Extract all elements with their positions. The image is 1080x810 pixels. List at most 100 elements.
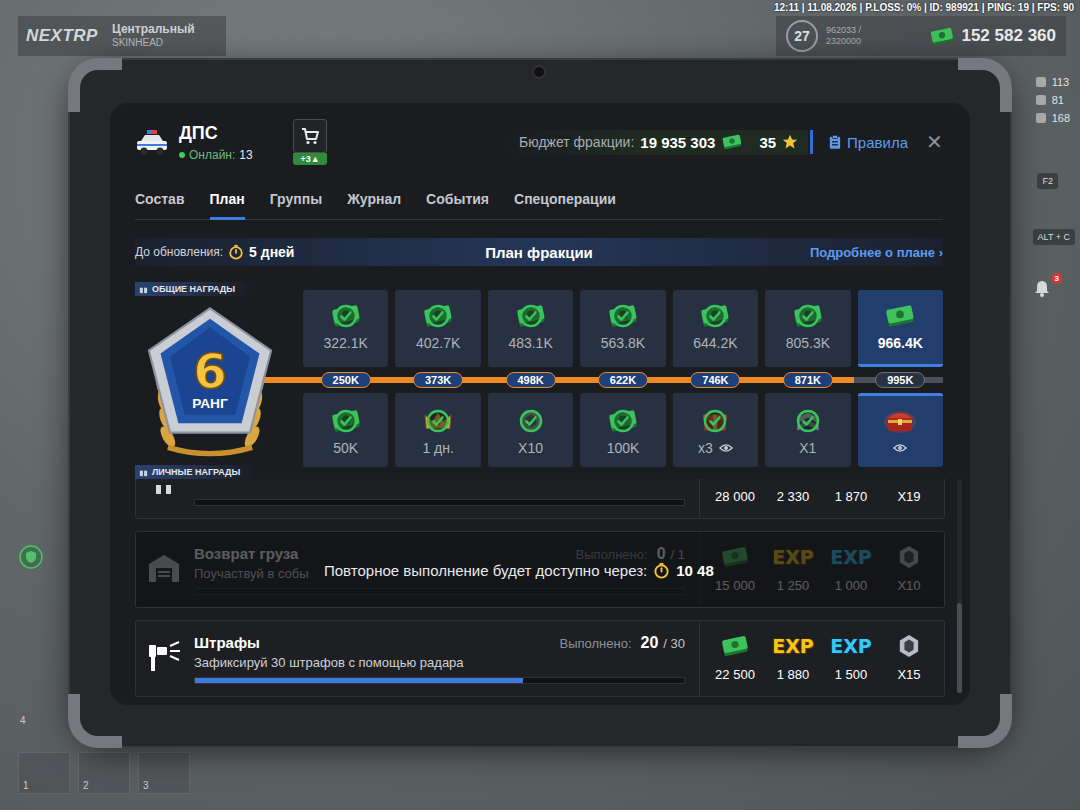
personal-reward[interactable]: 100K xyxy=(580,393,665,467)
common-reward[interactable]: 966.4K xyxy=(858,290,943,367)
task-reward: X19 xyxy=(880,479,938,504)
tab[interactable]: Спецоперации xyxy=(514,185,616,220)
gift-icon xyxy=(139,285,148,294)
hotbar-slot[interactable]: 1 xyxy=(18,752,70,794)
svg-text:6: 6 xyxy=(193,343,227,399)
tier-threshold: 746K xyxy=(690,372,740,388)
rewards-track: ОБЩИЕ НАГРАДЫ 6РАНГ ЛИЧНЫЕ НАГРАДЫ 322.1… xyxy=(135,282,943,479)
hotbar-slot[interactable]: 4 xyxy=(20,715,26,726)
check-icon xyxy=(334,304,358,328)
radar-gun-icon xyxy=(146,639,182,675)
stat-icon xyxy=(1036,95,1046,105)
stat-icon xyxy=(1036,113,1046,123)
vital-stat: 81 xyxy=(1036,94,1070,106)
reward-tier: 644.2K 746K x3 xyxy=(673,290,758,479)
task-reward: X10 xyxy=(880,544,938,593)
shield-icon xyxy=(19,545,43,569)
common-reward[interactable]: 805.3K xyxy=(765,290,850,367)
personal-reward[interactable] xyxy=(858,393,943,467)
task-reward: X15 xyxy=(880,633,938,682)
online-count: Онлайн: 13 xyxy=(179,148,279,162)
tab[interactable]: Журнал xyxy=(347,185,401,220)
task-reward: 1 870 xyxy=(822,479,880,504)
task-description: Зафиксируй 30 штрафов с помощью радара xyxy=(194,655,685,670)
plan-header: До обновления: 5 дней План фракции Подро… xyxy=(135,238,943,266)
money-counter: 152 582 360 xyxy=(961,26,1056,46)
task-reward: EXP 1 880 xyxy=(764,633,822,682)
personal-rewards-label: ЛИЧНЫЕ НАГРАДЫ xyxy=(135,465,256,479)
close-button[interactable]: ✕ xyxy=(926,132,943,152)
key-hint: ALT + C xyxy=(1033,229,1075,245)
common-reward[interactable]: 563.8K xyxy=(580,290,665,367)
common-reward[interactable]: 402.7K xyxy=(395,290,480,367)
hotbar-slot[interactable]: 2 xyxy=(78,752,130,794)
personal-reward[interactable]: 50K xyxy=(303,393,388,467)
status-line: 12:11 | 11.08.2026 | P.LOSS: 0% | ID: 98… xyxy=(774,2,1074,13)
personal-reward[interactable]: x3 xyxy=(673,393,758,467)
personal-reward[interactable]: 1 дн. xyxy=(395,393,480,467)
server-badge: NEXTRP Центральный SKINHEAD xyxy=(18,16,226,56)
exp-icon: EXP xyxy=(830,546,872,568)
xp-counter: 962033 / 2320000 xyxy=(826,25,878,47)
task-reward: 15 000 xyxy=(706,544,764,593)
vital-stat: 113 xyxy=(1036,76,1070,88)
tier-threshold: 498K xyxy=(506,372,556,388)
tab[interactable]: Группы xyxy=(270,185,322,220)
hotbar-slot[interactable]: 3 xyxy=(138,752,190,794)
frame-corner xyxy=(68,58,122,112)
bell-icon xyxy=(1032,278,1052,298)
task-progress-count: Выполнено: 20 / 30 xyxy=(560,634,686,652)
shop-button[interactable]: +3▲ xyxy=(293,119,327,153)
tab[interactable]: План xyxy=(210,185,245,220)
notifications[interactable]: 3 xyxy=(1032,278,1054,300)
panel-header: ДПС Онлайн: 13 +3▲ Бюджет фракции: 19 93… xyxy=(135,117,943,167)
task-progress-count: Выполнено: 0 / 1 xyxy=(576,545,685,563)
task-reward: 28 000 xyxy=(706,479,764,504)
player-name: SKINHEAD xyxy=(112,37,195,49)
common-reward[interactable]: 483.1K xyxy=(488,290,573,367)
timer-icon xyxy=(228,244,244,260)
scrollbar-thumb[interactable] xyxy=(957,603,962,693)
rules-link[interactable]: Правила xyxy=(829,134,908,151)
money-icon xyxy=(929,27,955,46)
game-screen: 12:11 | 11.08.2026 | P.LOSS: 0% | ID: 98… xyxy=(0,0,1080,810)
token-icon xyxy=(898,545,920,569)
police-car-icon xyxy=(135,128,169,156)
check-icon xyxy=(796,304,820,328)
tab[interactable]: События xyxy=(426,185,489,220)
task-row: 28 000 2 330 1 870 X19 xyxy=(135,479,945,519)
notification-count: 3 xyxy=(1052,273,1062,284)
reward-tier: 483.1K 498K X10 xyxy=(488,290,573,479)
eye-icon[interactable] xyxy=(719,443,733,453)
tier-threshold: 995K xyxy=(875,372,925,388)
task-title: Возврат груза xyxy=(194,545,298,562)
task-progress-bar xyxy=(194,499,685,506)
tab[interactable]: Состав xyxy=(135,185,185,220)
faction-name: ДПС xyxy=(179,123,279,144)
personal-reward[interactable]: X1 xyxy=(765,393,850,467)
task-rewards: 28 000 2 330 1 870 X19 xyxy=(699,479,944,518)
scrollbar[interactable] xyxy=(957,479,962,693)
common-reward[interactable]: 322.1K xyxy=(303,290,388,367)
shop-badge: +3▲ xyxy=(293,153,327,165)
warehouse-icon xyxy=(146,550,182,586)
chest-icon xyxy=(883,406,917,436)
check-icon xyxy=(611,409,635,433)
plan-title: План фракции xyxy=(485,244,593,261)
task-row: Возврат груза Выполнено: 0 / 1 Поучаству… xyxy=(135,531,945,608)
eye-icon[interactable] xyxy=(893,443,907,453)
task-reward: 2 330 xyxy=(764,479,822,504)
online-dot xyxy=(179,152,185,158)
clipboard-icon xyxy=(829,134,841,150)
frame-corner xyxy=(958,58,1012,112)
common-reward[interactable]: 644.2K xyxy=(673,290,758,367)
plan-details-link[interactable]: Подробнее о плане › xyxy=(810,245,943,260)
check-icon xyxy=(703,304,727,328)
reward-tier: 805.3K 871K X1 xyxy=(765,290,850,479)
server-name: Центральный xyxy=(112,23,195,37)
task-title: Штрафы xyxy=(194,634,260,651)
divider xyxy=(810,130,813,154)
level-badge: 27 xyxy=(786,20,818,52)
personal-reward[interactable]: X10 xyxy=(488,393,573,467)
check-icon xyxy=(611,304,635,328)
